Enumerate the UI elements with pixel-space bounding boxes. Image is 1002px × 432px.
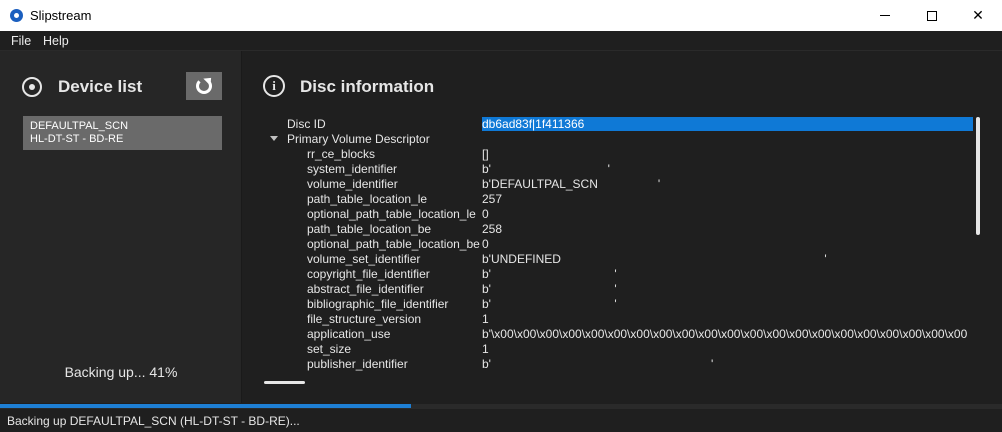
tree-key: path_table_location_be bbox=[307, 222, 432, 236]
tree-value: 1 bbox=[482, 312, 489, 326]
tree-key: volume_identifier bbox=[307, 177, 398, 191]
maximize-icon bbox=[927, 10, 937, 21]
menu-help[interactable]: Help bbox=[43, 34, 69, 48]
tree-key: file_structure_version bbox=[307, 312, 422, 326]
tree-key: Disc ID bbox=[287, 117, 326, 131]
tree-row[interactable]: Primary Volume Descriptor bbox=[243, 132, 973, 147]
tree-value: 0 bbox=[482, 207, 489, 221]
tree-row[interactable]: bibliographic_file_identifier b' ' bbox=[243, 297, 973, 312]
disc-info-title: Disc information bbox=[300, 77, 435, 96]
menu-bar: File Help bbox=[0, 31, 1002, 51]
tree-key: path_table_location_le bbox=[307, 192, 428, 206]
tree-row[interactable]: publisher_identifier b' ' bbox=[243, 357, 973, 372]
tree-key: abstract_file_identifier bbox=[307, 282, 424, 296]
vertical-scrollbar[interactable] bbox=[976, 117, 980, 235]
backup-status: Backing up... 41% bbox=[64, 364, 178, 380]
minimize-icon bbox=[880, 15, 890, 16]
tree-row[interactable]: optional_path_table_location_le 0 bbox=[243, 207, 973, 222]
tree-row[interactable]: file_structure_version 1 bbox=[243, 312, 973, 327]
tree-value: b'\x00\x00\x00\x00\x00\x00\x00\x00\x00\x… bbox=[482, 327, 968, 341]
device-name: DEFAULTPAL_SCN bbox=[30, 120, 129, 132]
tree-row[interactable]: application_use b'\x00\x00\x00\x00\x00\x0… bbox=[243, 327, 973, 342]
info-icon: i bbox=[263, 75, 285, 97]
tree-row[interactable]: system_identifier b' ' bbox=[243, 162, 973, 177]
tree-key: rr_ce_blocks bbox=[307, 147, 376, 161]
menu-file[interactable]: File bbox=[11, 34, 31, 48]
tree-value: 258 bbox=[482, 222, 503, 236]
device-list-panel: Device list DEFAULTPAL_SCN HL-DT-ST - BD… bbox=[0, 51, 242, 403]
tree-row[interactable]: volume_set_identifier b'UNDEFINED ' bbox=[243, 252, 973, 267]
tree-key: set_size bbox=[307, 342, 352, 356]
tree-key: copyright_file_identifier bbox=[307, 267, 430, 281]
tree-row[interactable]: set_size 1 bbox=[243, 342, 973, 357]
close-button[interactable]: ✕ bbox=[955, 0, 1001, 31]
tree-value: b' ' bbox=[482, 162, 610, 176]
tree-row[interactable]: path_table_location_le 257 bbox=[243, 192, 973, 207]
tree-row[interactable]: optional_path_table_location_be 0 bbox=[243, 237, 973, 252]
status-bar: Backing up DEFAULTPAL_SCN (HL-DT-ST - BD… bbox=[0, 409, 1002, 432]
disc-info-panel: i Disc information Disc ID db6ad83f|1f411… bbox=[243, 51, 1002, 403]
horizontal-scrollbar[interactable] bbox=[264, 381, 305, 384]
title-bar: Slipstream ✕ bbox=[0, 0, 1002, 31]
progress-fill bbox=[0, 404, 411, 408]
tree-value: b' ' bbox=[482, 297, 617, 311]
tree-value: b'UNDEFINED ' bbox=[482, 252, 827, 266]
disc-icon bbox=[22, 77, 42, 97]
refresh-icon bbox=[196, 78, 212, 94]
tree-value: [] bbox=[482, 147, 489, 161]
expand-arrow-icon[interactable] bbox=[270, 136, 278, 141]
tree-key: bibliographic_file_identifier bbox=[307, 297, 449, 311]
refresh-button[interactable] bbox=[186, 72, 222, 100]
tree-row[interactable]: abstract_file_identifier b' ' bbox=[243, 282, 973, 297]
tree-key: volume_set_identifier bbox=[307, 252, 421, 266]
minimize-button[interactable] bbox=[862, 0, 908, 31]
app-icon bbox=[10, 9, 23, 22]
device-drive: HL-DT-ST - BD-RE bbox=[30, 133, 124, 145]
device-list-item[interactable]: DEFAULTPAL_SCN HL-DT-ST - BD-RE bbox=[23, 116, 222, 150]
tree-row[interactable]: volume_identifier b'DEFAULTPAL_SCN ' bbox=[243, 177, 973, 192]
tree-value: b'DEFAULTPAL_SCN ' bbox=[482, 177, 661, 191]
tree-value: b' ' bbox=[482, 267, 617, 281]
tree-value: b' ' bbox=[482, 282, 617, 296]
status-text: Backing up DEFAULTPAL_SCN (HL-DT-ST - BD… bbox=[7, 414, 300, 428]
tree-row[interactable]: Disc ID db6ad83f|1f411366 bbox=[243, 117, 973, 132]
tree-row[interactable]: path_table_location_be 258 bbox=[243, 222, 973, 237]
tree-key: system_identifier bbox=[307, 162, 398, 176]
tree-value: 257 bbox=[482, 192, 503, 206]
maximize-button[interactable] bbox=[909, 0, 955, 31]
tree-value: db6ad83f|1f411366 bbox=[482, 117, 973, 131]
tree-row[interactable]: copyright_file_identifier b' ' bbox=[243, 267, 973, 282]
tree-key: optional_path_table_location_le bbox=[307, 207, 476, 221]
tree-key: optional_path_table_location_be bbox=[307, 237, 480, 251]
tree-value: 1 bbox=[482, 342, 489, 356]
close-icon: ✕ bbox=[972, 7, 984, 23]
window-title: Slipstream bbox=[30, 8, 92, 23]
tree-value: b' ' bbox=[482, 357, 714, 371]
tree-key: Primary Volume Descriptor bbox=[287, 132, 430, 146]
tree-value: 0 bbox=[482, 237, 489, 251]
device-list-title: Device list bbox=[58, 77, 143, 96]
tree-key: application_use bbox=[307, 327, 391, 341]
tree-row[interactable]: rr_ce_blocks [] bbox=[243, 147, 973, 162]
disc-info-tree[interactable]: Disc ID db6ad83f|1f411366 Primary Volume D… bbox=[243, 116, 973, 376]
tree-key: publisher_identifier bbox=[307, 357, 408, 371]
